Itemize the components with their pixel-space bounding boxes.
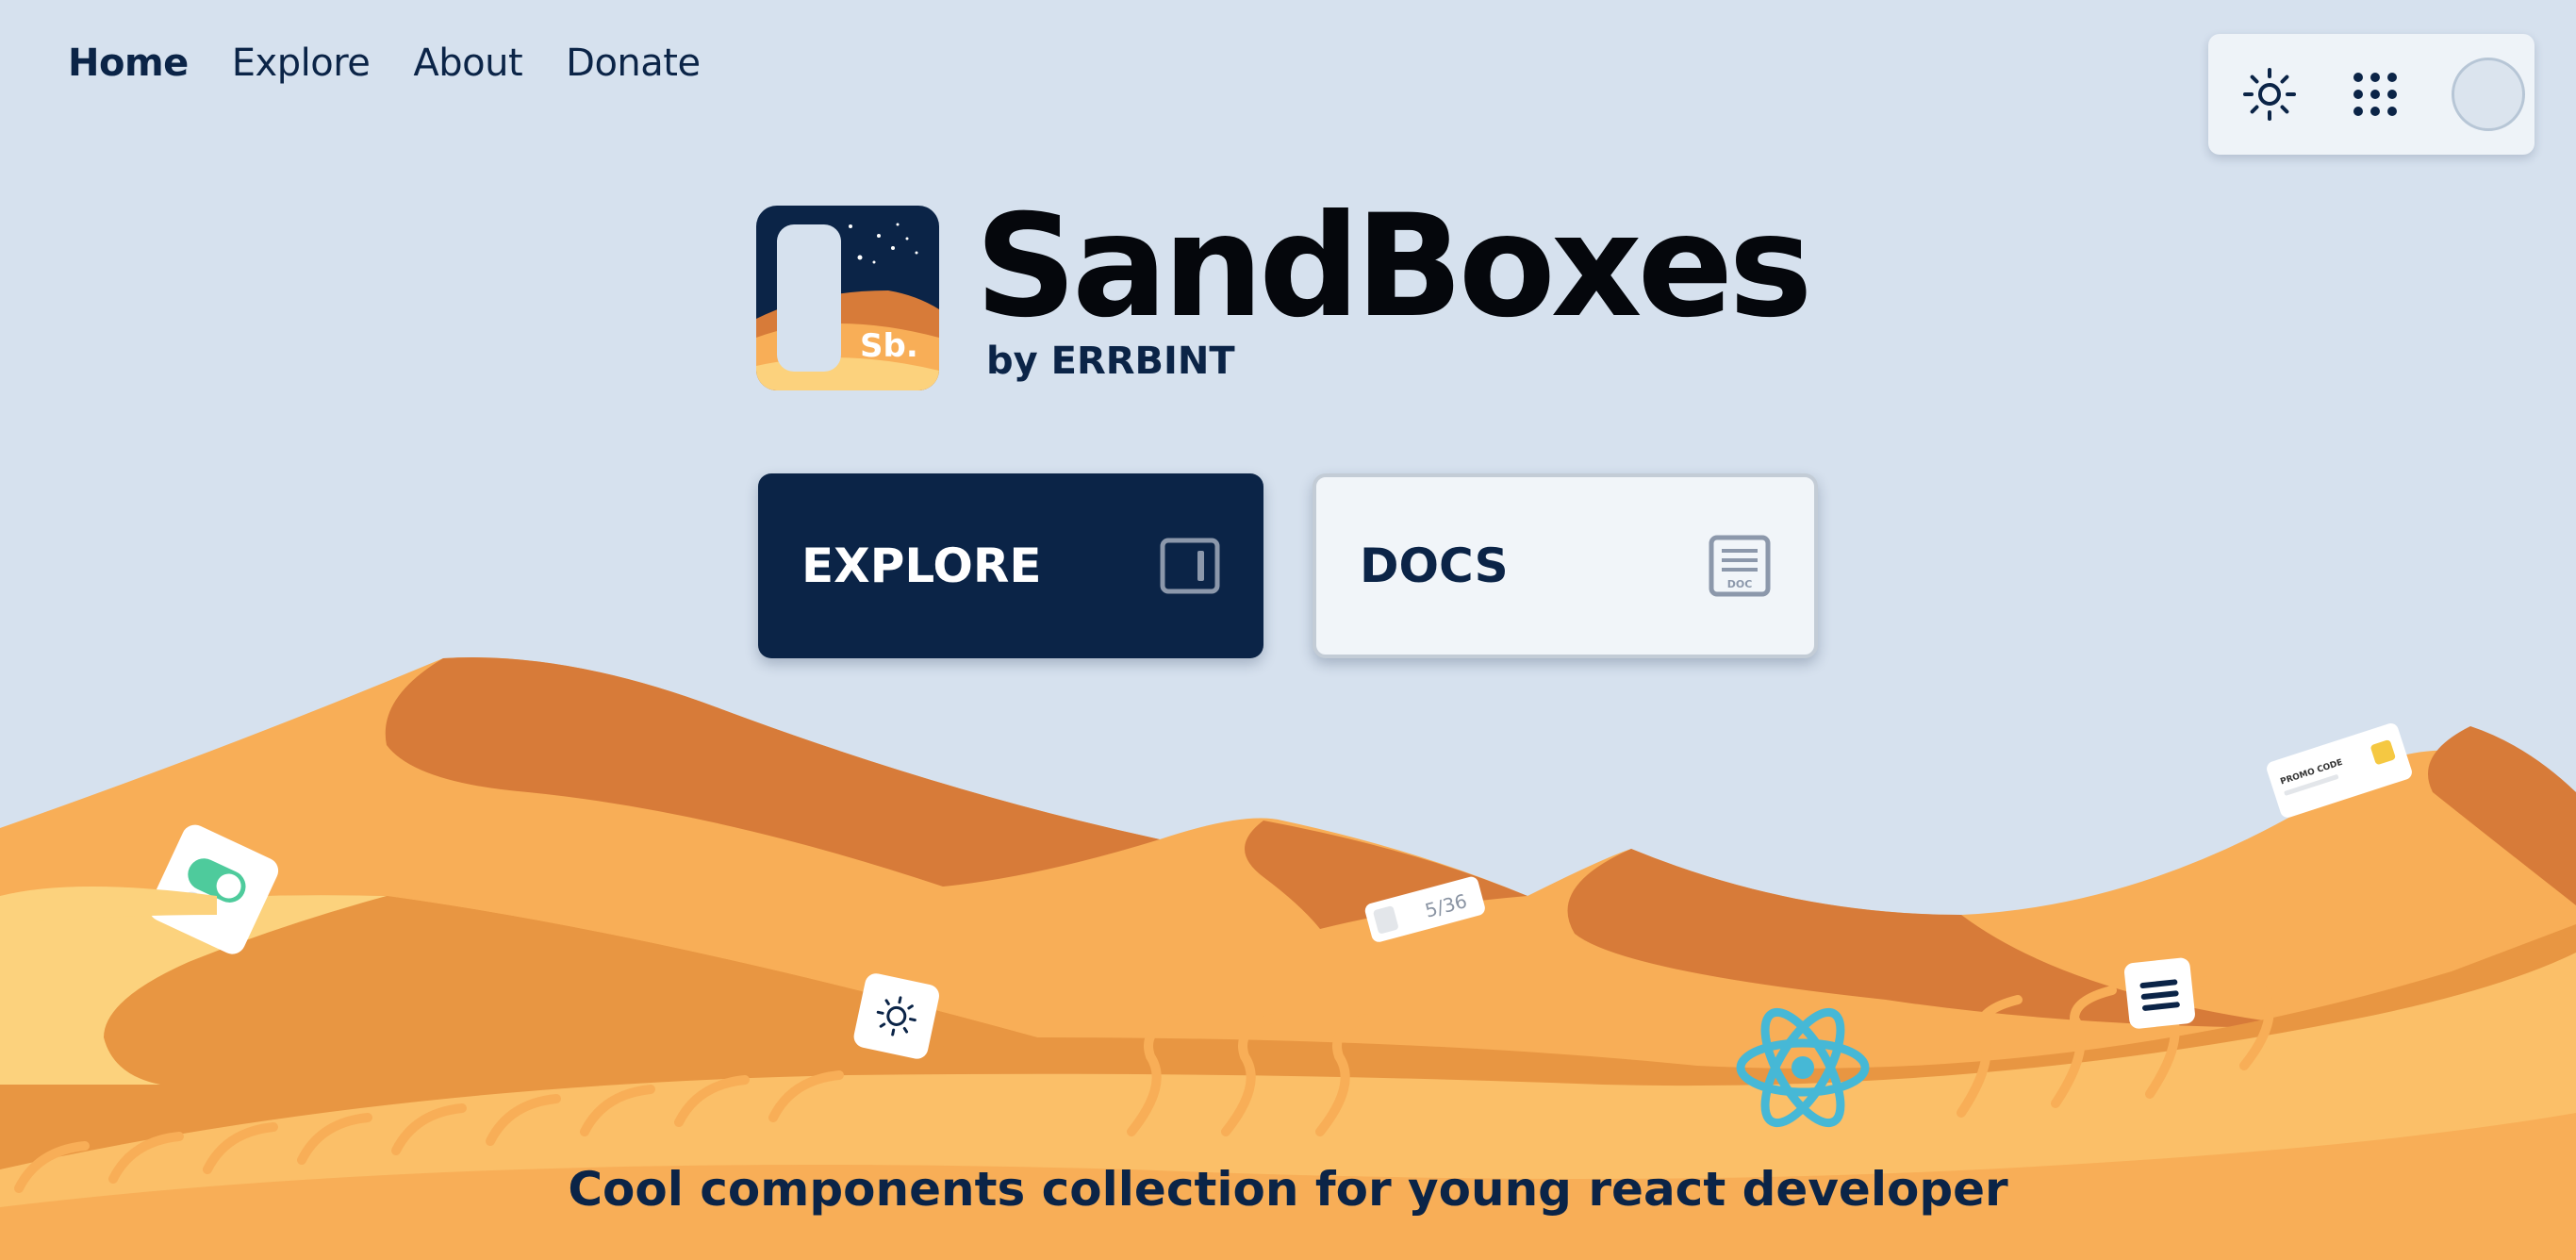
docs-label: DOCS: [1360, 539, 1509, 593]
menu-card: [2123, 957, 2195, 1029]
explore-label: EXPLORE: [801, 539, 1042, 593]
theme-toggle-button[interactable]: [2240, 65, 2299, 124]
brand-subtitle: by ERRBINT: [986, 340, 1235, 383]
top-toolbar: [2208, 34, 2535, 155]
sun-card: [853, 973, 940, 1059]
main-nav: Home Explore About Donate: [68, 41, 701, 85]
user-avatar[interactable]: [2452, 58, 2525, 131]
explore-button[interactable]: EXPLORE: [758, 473, 1263, 658]
panel-icon: [1160, 538, 1220, 594]
sun-icon: [2243, 68, 2296, 121]
brand-title: SandBoxes: [975, 185, 1813, 349]
nav-explore[interactable]: Explore: [232, 41, 371, 85]
apps-menu-button[interactable]: [2346, 65, 2404, 124]
nav-about[interactable]: About: [413, 41, 522, 85]
logo-text: Sb.: [860, 327, 918, 365]
sandboxes-logo: Sb.: [756, 206, 939, 390]
nav-home[interactable]: Home: [68, 41, 189, 85]
docs-button[interactable]: DOCS DOC: [1313, 473, 1818, 658]
doc-icon-text: DOC: [1727, 578, 1753, 590]
nav-donate[interactable]: Donate: [566, 41, 701, 85]
tagline: Cool components collection for young rea…: [568, 1162, 2008, 1217]
doc-icon: DOC: [1709, 535, 1771, 597]
grid-dots-icon: [2353, 73, 2397, 116]
